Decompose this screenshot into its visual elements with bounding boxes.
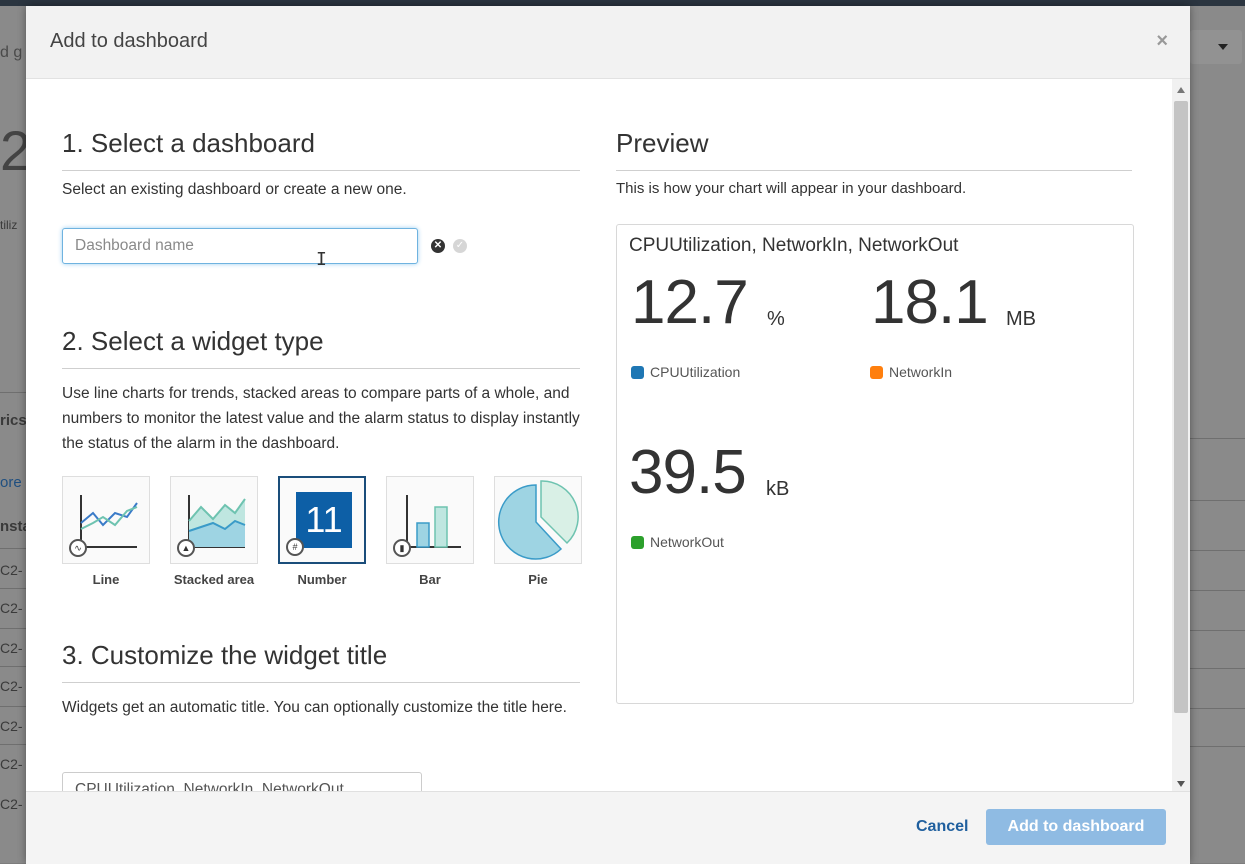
text-cursor-icon: I	[316, 249, 327, 270]
background-right-strip	[1190, 6, 1245, 863]
background-divider	[0, 706, 26, 707]
legend-swatch-network-in	[870, 366, 883, 379]
legend-swatch-cpu	[631, 366, 644, 379]
preview-widget-title: CPUUtilization, NetworkIn, NetworkOut	[629, 235, 959, 256]
scroll-down-icon[interactable]	[1177, 781, 1185, 787]
preview-description: This is how your chart will appear in yo…	[616, 180, 967, 197]
background-link[interactable]: ore	[0, 474, 26, 491]
background-divider	[0, 666, 26, 667]
preview-heading: Preview	[616, 128, 709, 158]
background-text: C2-	[0, 718, 23, 734]
background-divider	[1190, 708, 1245, 709]
background-text: C2-	[0, 678, 23, 694]
widget-option-number[interactable]: 11 #	[278, 476, 366, 564]
widget-label-stacked-area: Stacked area	[173, 572, 255, 587]
background-text: rics	[0, 412, 26, 429]
scroll-up-icon[interactable]	[1177, 87, 1185, 93]
background-text: C2-	[0, 756, 23, 772]
metric-unit-cpu: %	[767, 308, 785, 330]
background-divider	[1190, 746, 1245, 747]
background-text: d g	[0, 44, 23, 61]
modal-header: Add to dashboard ×	[26, 6, 1190, 79]
metric-value-cpu: 12.7	[631, 268, 749, 337]
widget-option-stacked-area[interactable]: ▲	[170, 476, 258, 564]
widget-option-bar[interactable]: ▮	[386, 476, 474, 564]
check-icon[interactable]: ✓	[453, 239, 467, 253]
dashboard-name-input[interactable]	[62, 228, 418, 264]
preview-divider	[616, 170, 1132, 171]
background-divider	[1190, 500, 1245, 501]
modal-scrollbar[interactable]	[1172, 79, 1190, 791]
clear-icon[interactable]: ✕	[431, 239, 445, 253]
background-text: C2-	[0, 600, 23, 616]
widget-label-line: Line	[92, 572, 120, 587]
step1-divider	[62, 170, 580, 171]
add-to-dashboard-modal: Add to dashboard × 1. Select a dashboard…	[26, 6, 1190, 864]
widget-title-input[interactable]	[62, 772, 422, 791]
background-divider	[1190, 668, 1245, 669]
widget-option-pie[interactable]	[494, 476, 582, 564]
background-text: C2-	[0, 640, 23, 656]
background-divider	[0, 628, 26, 629]
background-text: tiliz	[0, 218, 18, 232]
metric-unit-network-in: MB	[1006, 308, 1036, 330]
scrollbar-thumb[interactable]	[1174, 101, 1188, 713]
close-icon[interactable]: ×	[1156, 30, 1168, 53]
background-text: nsta	[0, 518, 26, 535]
modal-title: Add to dashboard	[50, 30, 208, 52]
background-dropdown[interactable]	[1190, 30, 1242, 64]
background-left-strip: d g 2 tiliz rics ore nsta C2- C2- C2- C2…	[0, 6, 26, 863]
background-divider	[1190, 438, 1245, 439]
metric-value-network-out: 39.5	[629, 438, 747, 507]
number-icon: 11	[296, 492, 352, 548]
metric-label-cpu: CPUUtilization	[650, 364, 741, 380]
widget-label-number: Number	[297, 572, 347, 587]
cancel-button[interactable]: Cancel	[916, 818, 968, 836]
step2-divider	[62, 368, 580, 369]
metric-label-network-in: NetworkIn	[889, 364, 953, 380]
step1-description: Select an existing dashboard or create a…	[62, 181, 407, 198]
preview-widget: CPUUtilization, NetworkIn, NetworkOut 12…	[616, 224, 1134, 704]
step1-heading: 1. Select a dashboard	[62, 128, 315, 158]
widget-option-line[interactable]: ∿	[62, 476, 150, 564]
metric-label-network-out: NetworkOut	[650, 534, 724, 550]
line-badge-icon: ∿	[69, 539, 87, 557]
metric-value-network-in: 18.1	[871, 268, 989, 337]
background-divider	[1190, 550, 1245, 551]
add-to-dashboard-button[interactable]: Add to dashboard	[986, 809, 1166, 845]
hash-badge-icon: #	[286, 538, 304, 556]
background-divider	[0, 588, 26, 589]
pie-chart-icon	[497, 480, 579, 560]
metric-unit-network-out: kB	[766, 478, 790, 500]
background-text: 2	[0, 119, 26, 182]
background-divider	[0, 392, 26, 393]
widget-label-bar: Bar	[419, 572, 441, 587]
background-text: C2-	[0, 562, 23, 578]
background-divider	[0, 744, 26, 745]
bar-badge-icon: ▮	[393, 539, 411, 557]
modal-body: 1. Select a dashboard Select an existing…	[26, 79, 1172, 791]
background-divider	[1190, 590, 1245, 591]
widget-label-pie: Pie	[528, 572, 548, 587]
chevron-down-icon	[1218, 44, 1228, 50]
area-badge-icon: ▲	[177, 539, 195, 557]
step2-heading: 2. Select a widget type	[62, 326, 324, 356]
background-divider	[1190, 630, 1245, 631]
background-text: C2-	[0, 796, 23, 812]
step3-heading: 3. Customize the widget title	[62, 640, 388, 670]
background-divider	[0, 548, 26, 549]
step3-description: Widgets get an automatic title. You can …	[62, 699, 567, 716]
step3-divider	[62, 682, 580, 683]
step2-description: Use line charts for trends, stacked area…	[62, 385, 580, 452]
legend-swatch-network-out	[631, 536, 644, 549]
modal-footer: Cancel Add to dashboard	[26, 791, 1190, 864]
